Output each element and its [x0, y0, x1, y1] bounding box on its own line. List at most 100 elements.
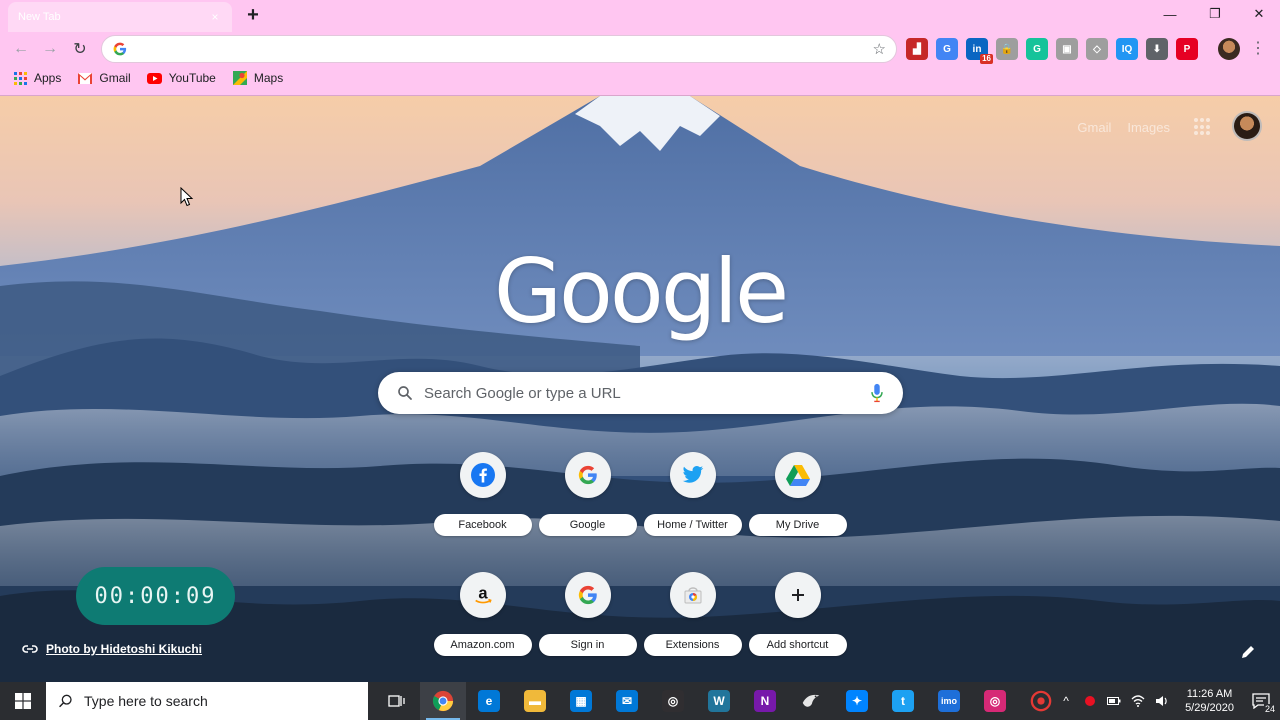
svg-text:a: a: [478, 585, 488, 603]
ntp-search-input[interactable]: [424, 384, 869, 402]
shortcut-label[interactable]: Home / Twitter: [643, 514, 742, 536]
search-icon: [398, 386, 412, 400]
chart-extension-icon[interactable]: ▟: [906, 38, 928, 60]
shortcut-label[interactable]: Facebook: [433, 514, 532, 536]
restore-button[interactable]: ❐: [1193, 3, 1237, 25]
bookmark-label: Gmail: [99, 71, 131, 85]
extension-glyph: G: [943, 43, 951, 55]
taskbar-app-onenote[interactable]: N: [742, 682, 788, 720]
tab-title: New Tab: [18, 11, 61, 23]
shortcut-tile[interactable]: Home / Twitter: [640, 452, 745, 544]
taskbar-app-bird-app[interactable]: [788, 682, 834, 720]
shortcut-tile[interactable]: Extensions: [640, 572, 745, 664]
extension-badge: 16: [980, 54, 993, 64]
images-link[interactable]: Images: [1127, 120, 1170, 135]
translate-extension-icon[interactable]: G: [936, 38, 958, 60]
new-tab-page: Gmail Images Google Facebook Google Home /…: [0, 96, 1280, 682]
grammarly-extension-icon[interactable]: G: [1026, 38, 1048, 60]
twitter-icon[interactable]: [669, 452, 716, 498]
shortcut-label[interactable]: My Drive: [748, 514, 847, 536]
shortcut-tile[interactable]: a Amazon.com: [430, 572, 535, 664]
shortcut-tile[interactable]: My Drive: [745, 452, 850, 544]
amazon-icon[interactable]: a: [459, 572, 506, 618]
chrome-menu-button[interactable]: ⋮: [1250, 38, 1266, 58]
google-icon[interactable]: [564, 452, 611, 498]
omnibox[interactable]: ☆: [101, 35, 897, 63]
tag-extension-icon[interactable]: ◇: [1086, 38, 1108, 60]
close-window-button[interactable]: ✕: [1237, 3, 1280, 25]
taskbar-app-obs[interactable]: ◎: [650, 682, 696, 720]
record-icon[interactable]: [1083, 694, 1097, 708]
puzzle-extension-icon[interactable]: ▣: [1056, 38, 1078, 60]
pinterest-extension-icon[interactable]: P: [1176, 38, 1198, 60]
shortcut-label[interactable]: Extensions: [643, 634, 742, 656]
shortcut-label[interactable]: Amazon.com: [433, 634, 532, 656]
taskbar-app-imo[interactable]: imo: [926, 682, 972, 720]
google-drive-icon[interactable]: [774, 452, 821, 498]
extension-glyph: IQ: [1121, 43, 1133, 55]
back-button[interactable]: ←: [10, 38, 32, 60]
reload-button[interactable]: ↻: [69, 38, 91, 60]
notification-center-icon[interactable]: 24: [1250, 690, 1276, 714]
forward-button[interactable]: →: [39, 38, 61, 60]
shortcut-tile[interactable]: Sign in: [535, 572, 640, 664]
bookmark-apps[interactable]: Apps: [12, 70, 61, 86]
start-button[interactable]: [0, 682, 46, 720]
taskbar-search-box[interactable]: Type here to search: [46, 682, 368, 720]
ntp-search-box[interactable]: [378, 372, 903, 414]
taskbar-app-messenger[interactable]: ✦: [834, 682, 880, 720]
tab-close-icon[interactable]: ×: [208, 10, 222, 24]
tab-new-tab[interactable]: New Tab ×: [8, 2, 232, 32]
minimize-button[interactable]: —: [1148, 3, 1192, 25]
profile-avatar[interactable]: [1218, 38, 1240, 60]
bookmark-gmail[interactable]: Gmail: [77, 70, 131, 86]
bookmark-star-icon[interactable]: ☆: [873, 40, 886, 58]
shortcut-label[interactable]: Sign in: [538, 634, 637, 656]
download-extension-icon[interactable]: ⬇: [1146, 38, 1168, 60]
shortcut-tile[interactable]: Facebook: [430, 452, 535, 544]
shortcut-tile[interactable]: Google: [535, 452, 640, 544]
taskbar-app-chrome[interactable]: [420, 682, 466, 720]
taskbar-app-store[interactable]: ▦: [558, 682, 604, 720]
imo-icon: imo: [938, 690, 960, 712]
microphone-icon[interactable]: [869, 383, 885, 403]
chrome-web-store-icon[interactable]: [669, 572, 716, 618]
shortcut-tile[interactable]: Add shortcut: [745, 572, 850, 664]
facebook-icon[interactable]: [459, 452, 506, 498]
google-apps-icon[interactable]: [1194, 118, 1212, 136]
bookmark-label: Maps: [253, 71, 284, 85]
taskbar-app-twitter-app[interactable]: t: [880, 682, 926, 720]
bookmark-youtube[interactable]: YouTube: [147, 70, 216, 86]
taskbar-app-mail[interactable]: ✉: [604, 682, 650, 720]
volume-icon[interactable]: [1155, 694, 1169, 708]
taskbar-app-edge[interactable]: e: [466, 682, 512, 720]
taskbar-app-recorder[interactable]: [1018, 682, 1064, 720]
photo-attribution[interactable]: Photo by Hidetoshi Kikuchi: [22, 642, 202, 656]
iq-extension-icon[interactable]: IQ: [1116, 38, 1138, 60]
shortcut-label[interactable]: Google: [538, 514, 637, 536]
chevron-up-icon[interactable]: ^: [1059, 694, 1073, 708]
google-g-icon: [112, 41, 128, 57]
plus-icon[interactable]: [774, 572, 821, 618]
store-icon: ▦: [570, 690, 592, 712]
battery-icon[interactable]: [1107, 694, 1121, 708]
taskbar-app-wordpress[interactable]: W: [696, 682, 742, 720]
wifi-icon[interactable]: [1131, 694, 1145, 708]
taskbar-app-instagram[interactable]: ◎: [972, 682, 1018, 720]
shortcut-label[interactable]: Add shortcut: [748, 634, 847, 656]
gmail-link[interactable]: Gmail: [1077, 120, 1111, 135]
taskbar-clock[interactable]: 11:26 AM 5/29/2020: [1185, 687, 1234, 715]
messenger-icon: ✦: [846, 690, 868, 712]
lock-extension-icon[interactable]: 🔒: [996, 38, 1018, 60]
taskbar-app-file-explorer[interactable]: ▬: [512, 682, 558, 720]
windows-logo-icon: [15, 693, 31, 709]
google-icon[interactable]: [564, 572, 611, 618]
new-tab-button[interactable]: +: [243, 5, 263, 25]
account-avatar[interactable]: [1232, 111, 1262, 141]
omnibox-input[interactable]: [136, 41, 873, 57]
bookmark-maps[interactable]: Maps: [232, 70, 283, 86]
gmail-icon: [77, 70, 93, 86]
taskbar-app-task-view[interactable]: [374, 682, 420, 720]
pencil-icon[interactable]: [1240, 644, 1256, 660]
linkedin-extension-icon[interactable]: in 16: [966, 38, 993, 64]
